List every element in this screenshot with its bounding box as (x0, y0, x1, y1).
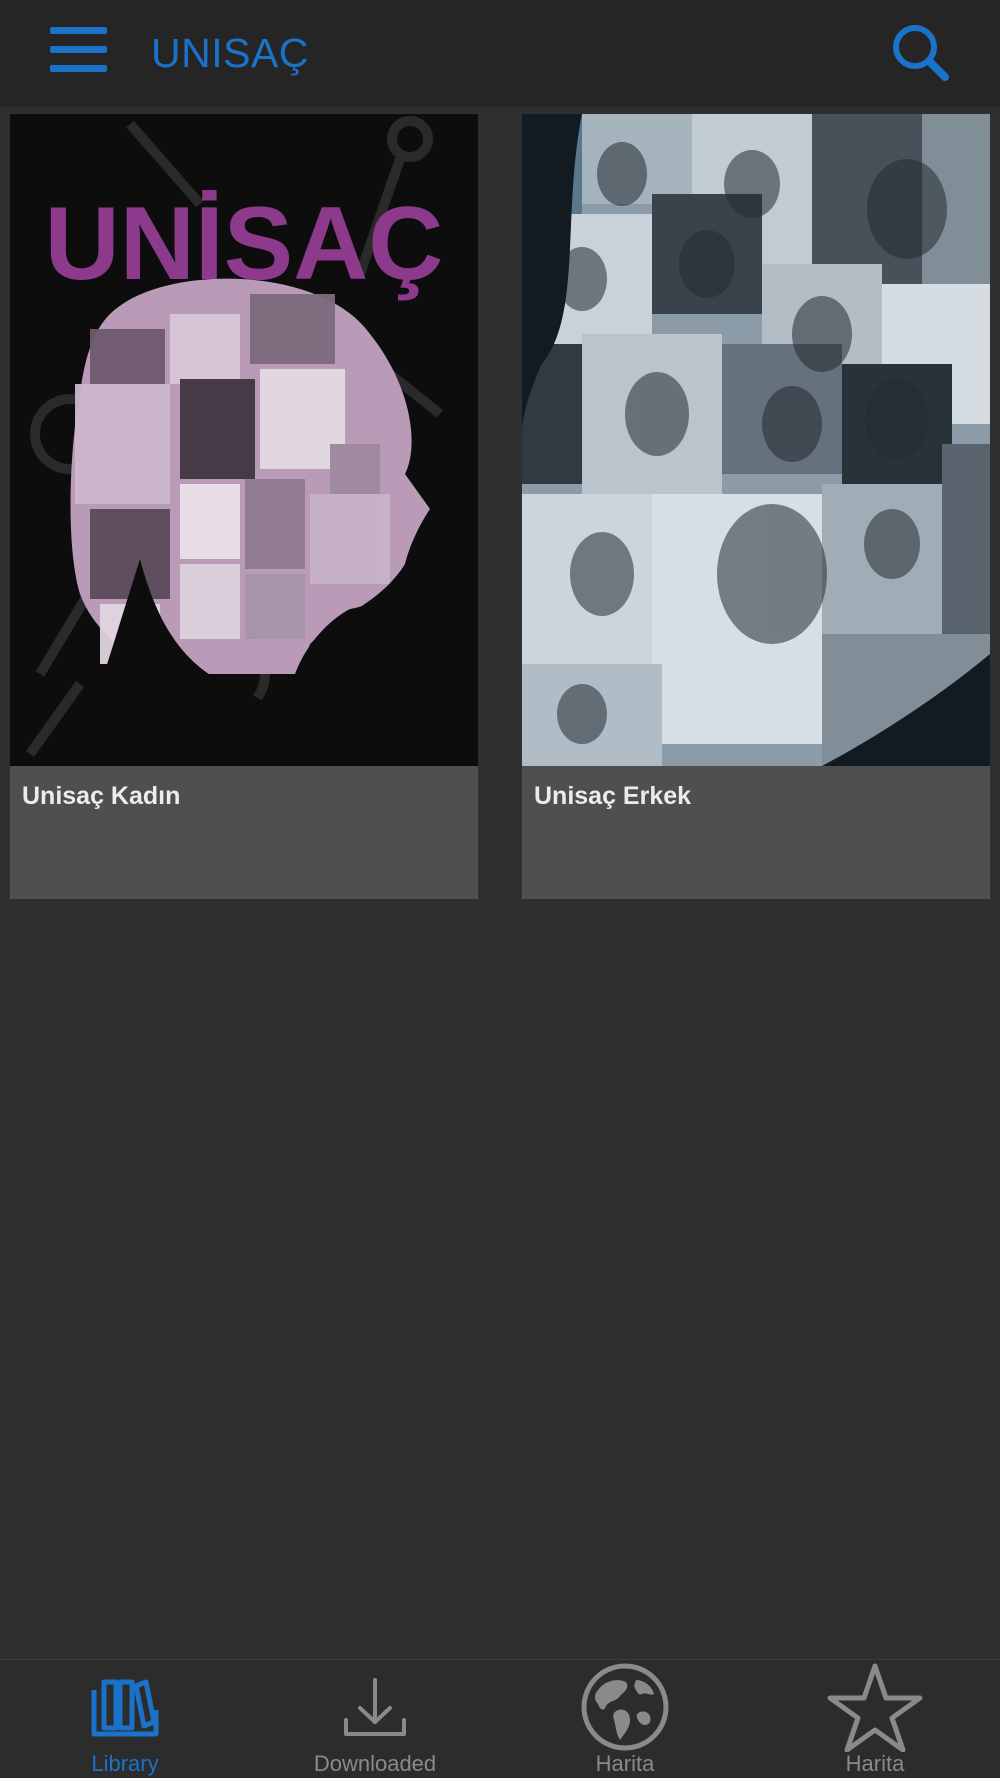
search-icon[interactable] (890, 22, 950, 82)
app-root: UNISAÇ UNİSAÇ Unisaç Kadın Unisaç Erkek … (0, 0, 1000, 1778)
bottom-navigation: Library Downloaded Harita Harita (0, 1659, 1000, 1778)
star-icon (827, 1663, 923, 1752)
nav-label: Harita (845, 1751, 905, 1776)
book-cover-image: UNİSAÇ (10, 114, 478, 766)
nav-tab-harita-map[interactable]: Harita (500, 1660, 750, 1778)
nav-label: Downloaded (313, 1751, 437, 1776)
top-app-bar: UNISAÇ (0, 0, 1000, 107)
download-icon (344, 1678, 406, 1736)
nav-tab-harita-favorites[interactable]: Harita (750, 1660, 1000, 1778)
nav-label: Harita (595, 1751, 655, 1776)
library-books-icon (91, 1679, 159, 1737)
book-cover-image (522, 114, 990, 766)
book-title: Unisaç Erkek (534, 782, 692, 810)
hamburger-menu-icon[interactable] (50, 27, 107, 73)
app-title: UNISAÇ (151, 30, 309, 76)
nav-label: Library (91, 1751, 159, 1776)
nav-tab-downloaded[interactable]: Downloaded (250, 1660, 500, 1778)
globe-icon (581, 1663, 669, 1751)
book-title: Unisaç Kadın (22, 782, 181, 810)
book-card-unisac-erkek[interactable]: Unisaç Erkek (522, 114, 990, 899)
cover-title-text: UNİSAÇ (45, 186, 444, 302)
nav-tab-library[interactable]: Library (0, 1660, 250, 1778)
book-card-unisac-kadin[interactable]: UNİSAÇ Unisaç Kadın (10, 114, 478, 899)
